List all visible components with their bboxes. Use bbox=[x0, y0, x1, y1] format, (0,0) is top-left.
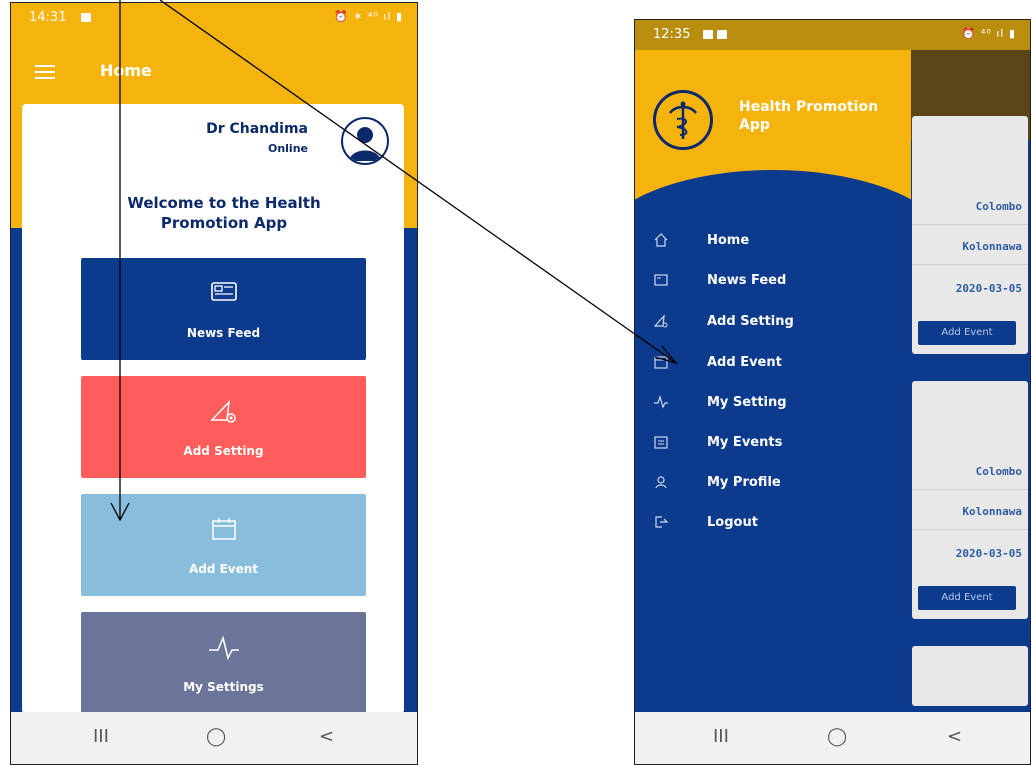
home-button[interactable]: ◯ bbox=[206, 726, 226, 747]
drawer-item-add-event[interactable]: Add Event bbox=[635, 348, 911, 378]
calendar-icon bbox=[653, 354, 669, 370]
event-card[interactable]: Colombo Kolonnawa 2020-03-05 Add Event bbox=[912, 381, 1028, 619]
drawer-item-my-events[interactable]: My Events bbox=[635, 428, 911, 458]
tile-label: Add Setting bbox=[183, 444, 264, 458]
event-area: Kolonnawa bbox=[962, 240, 1022, 253]
event-district: Colombo bbox=[975, 465, 1022, 478]
drawer-item-my-profile[interactable]: My Profile bbox=[635, 468, 911, 498]
news-feed-tile[interactable]: News Feed bbox=[81, 258, 366, 360]
status-time: 14:31 bbox=[29, 10, 67, 25]
avatar-icon[interactable] bbox=[341, 117, 389, 165]
drawer-item-label: My Profile bbox=[707, 475, 781, 490]
menu-icon[interactable] bbox=[35, 65, 55, 83]
drawer-item-news-feed[interactable]: News Feed bbox=[635, 266, 911, 296]
notification-icon bbox=[81, 13, 91, 22]
system-icons: ⏰ ⁴⁰ ıl ▮ bbox=[961, 27, 1016, 40]
event-date: 2020-03-05 bbox=[955, 282, 1022, 295]
drawer-item-label: Logout bbox=[707, 515, 758, 530]
app-title: Health Promotion App bbox=[739, 99, 879, 133]
status-bar: 14:31 ⏰ ✶ ⁴⁰ ıl ▮ bbox=[11, 3, 417, 33]
divider bbox=[912, 529, 1028, 530]
event-card[interactable]: Colombo Kolonnawa 2020-03-05 Add Event bbox=[912, 116, 1028, 354]
drawer-item-label: Home bbox=[707, 233, 750, 248]
drawer-item-label: Add Setting bbox=[707, 314, 794, 329]
drawer-item-label: News Feed bbox=[707, 273, 787, 288]
recents-button[interactable]: III bbox=[93, 726, 109, 747]
drawer-item-home[interactable]: Home bbox=[635, 226, 911, 256]
android-nav-bar: III ◯ < bbox=[635, 712, 1030, 764]
home-icon bbox=[653, 232, 669, 248]
add-event-button[interactable]: Add Event bbox=[918, 586, 1016, 610]
event-date: 2020-03-05 bbox=[955, 547, 1022, 560]
add-event-tile[interactable]: Add Event bbox=[81, 494, 366, 596]
status-bar: 12:35 ⏰ ⁴⁰ ıl ▮ bbox=[635, 20, 1030, 50]
drawer-item-my-setting[interactable]: My Setting bbox=[635, 388, 911, 418]
welcome-heading: Welcome to the Health Promotion App bbox=[127, 194, 321, 232]
status-time: 12:35 bbox=[653, 27, 691, 42]
back-button[interactable]: < bbox=[947, 726, 962, 747]
settings-plane-icon bbox=[81, 398, 366, 428]
drawer-item-logout[interactable]: Logout bbox=[635, 508, 911, 538]
logout-icon bbox=[653, 514, 669, 530]
drawer-item-label: My Setting bbox=[707, 395, 787, 410]
settings-plane-icon bbox=[653, 313, 669, 329]
caduceus-logo-icon bbox=[653, 90, 713, 150]
tile-label: Add Event bbox=[188, 562, 259, 576]
event-district: Colombo bbox=[975, 200, 1022, 213]
add-event-button[interactable]: Add Event bbox=[918, 321, 1016, 345]
app-bar: Home bbox=[11, 33, 417, 103]
user-status: Online bbox=[267, 142, 308, 155]
drawer-screen: Colombo Kolonnawa 2020-03-05 Add Event C… bbox=[634, 19, 1031, 765]
gallery-notification-icon bbox=[703, 30, 713, 39]
divider bbox=[912, 489, 1028, 490]
my-settings-tile[interactable]: My Settings bbox=[81, 612, 366, 714]
drawer-item-add-setting[interactable]: Add Setting bbox=[635, 307, 911, 337]
newspaper-icon bbox=[653, 272, 669, 288]
recents-button[interactable]: III bbox=[713, 726, 729, 747]
android-nav-bar: III ◯ < bbox=[11, 712, 417, 764]
tile-label: My Settings bbox=[183, 680, 264, 694]
home-button[interactable]: ◯ bbox=[827, 726, 847, 747]
person-icon bbox=[653, 474, 669, 490]
back-button[interactable]: < bbox=[319, 726, 334, 747]
pulse-icon bbox=[653, 394, 669, 410]
user-name: Dr Chandima bbox=[206, 121, 308, 137]
calendar-icon bbox=[81, 516, 366, 546]
home-screen: 14:31 ⏰ ✶ ⁴⁰ ıl ▮ Home Dr Chandima Onlin… bbox=[10, 2, 418, 765]
event-area: Kolonnawa bbox=[962, 505, 1022, 518]
home-card: Dr Chandima Online Welcome to the Health… bbox=[22, 104, 404, 714]
notification-icon bbox=[717, 30, 727, 39]
divider bbox=[912, 224, 1028, 225]
navigation-drawer: Health Promotion App Home News Feed Add … bbox=[635, 20, 911, 712]
newspaper-icon bbox=[81, 280, 366, 310]
add-setting-tile[interactable]: Add Setting bbox=[81, 376, 366, 478]
system-icons: ⏰ ✶ ⁴⁰ ıl ▮ bbox=[334, 10, 403, 23]
event-card[interactable] bbox=[912, 646, 1028, 706]
calendar-grid-icon bbox=[653, 434, 669, 450]
pulse-icon bbox=[81, 634, 366, 664]
divider bbox=[912, 264, 1028, 265]
page-title: Home bbox=[100, 61, 152, 80]
drawer-item-label: Add Event bbox=[707, 355, 782, 370]
tile-label: News Feed bbox=[186, 326, 261, 340]
drawer-item-label: My Events bbox=[707, 435, 783, 450]
